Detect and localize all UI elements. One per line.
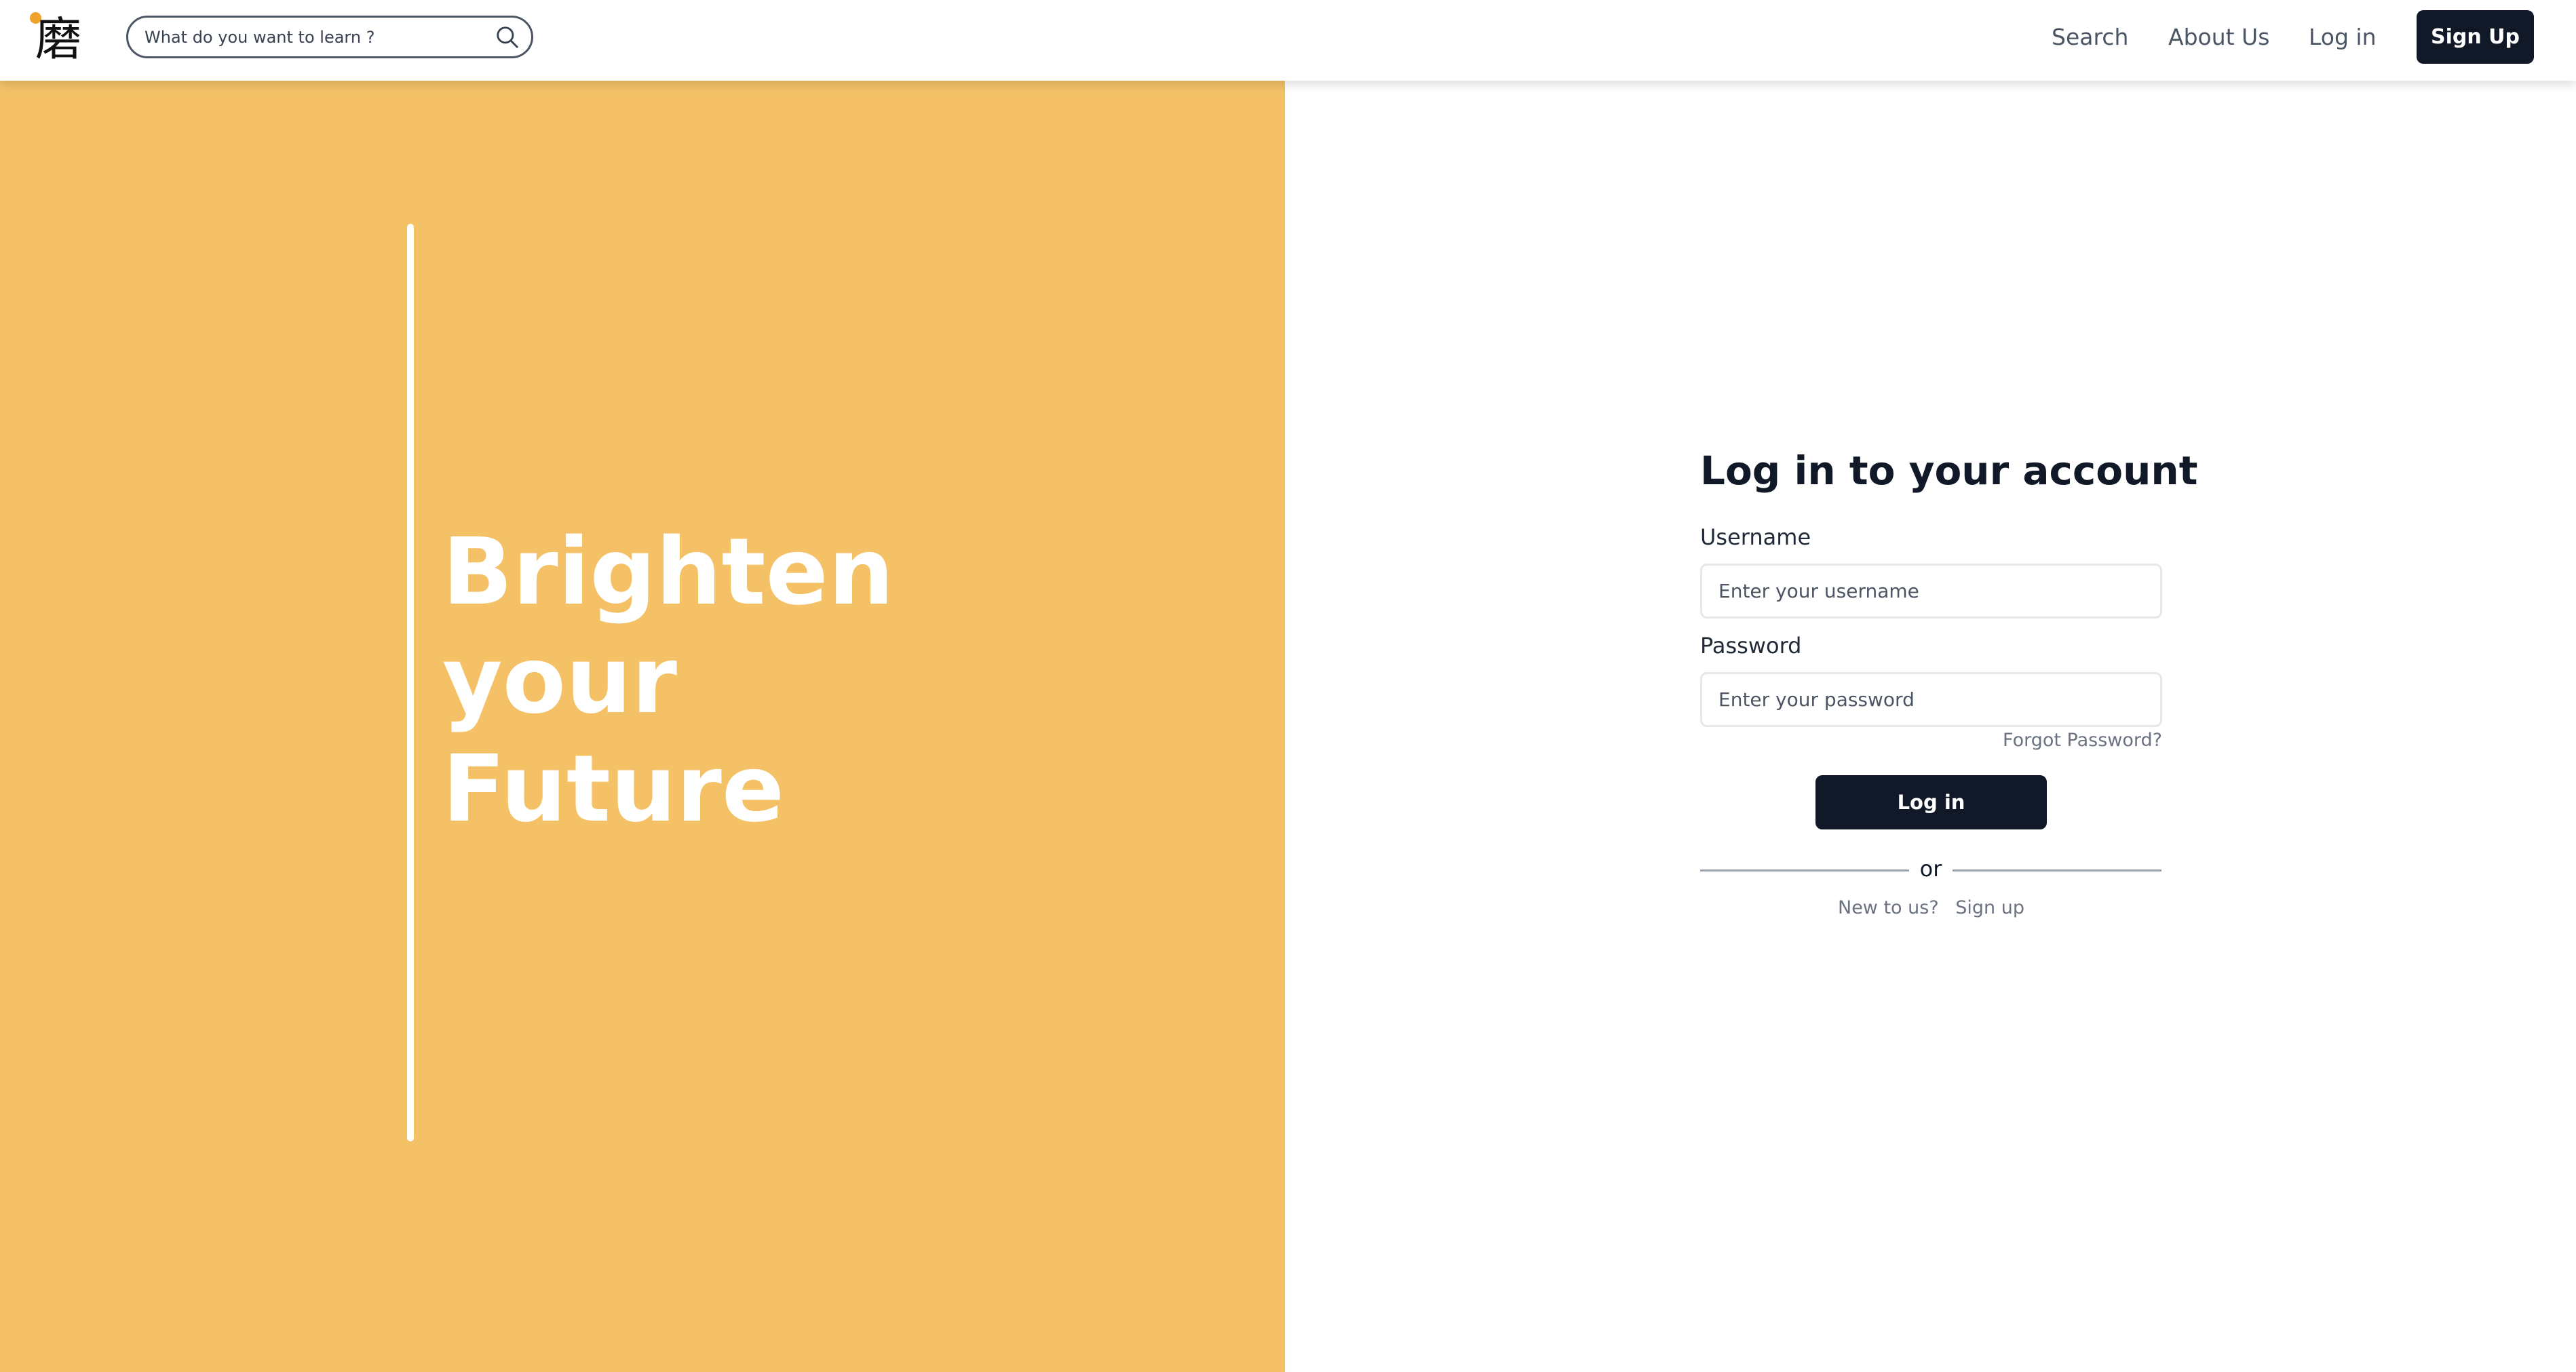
site-logo[interactable]: 磨 — [30, 9, 84, 71]
password-label: Password — [1700, 633, 1802, 659]
search-input[interactable] — [143, 18, 476, 56]
search-icon[interactable] — [495, 24, 520, 50]
signup-link[interactable]: Sign up — [1955, 897, 2024, 918]
hero-panel: Brighten your Future — [0, 81, 1285, 1372]
hero-line-2: your — [442, 627, 677, 734]
hero-headline: Brighten your Future — [442, 518, 985, 844]
logo-glyph: 磨 — [35, 13, 82, 66]
divider-line-right — [1953, 869, 2161, 871]
hero-line-3: Future — [442, 736, 785, 843]
search-bar — [126, 16, 533, 58]
hero-accent-bar — [407, 224, 414, 1141]
login-submit-button[interactable]: Log in — [1815, 775, 2047, 829]
nav-login-link[interactable]: Log in — [2309, 20, 2377, 54]
username-input[interactable] — [1702, 566, 2160, 616]
hero-line-1: Brighten — [442, 519, 894, 626]
divider-or-text: or — [1919, 856, 1942, 882]
password-field-wrapper — [1700, 672, 2162, 727]
forgot-password-link[interactable]: Forgot Password? — [1959, 726, 2162, 756]
nav-search-link[interactable]: Search — [2052, 20, 2128, 54]
nav-about-link[interactable]: About Us — [2168, 20, 2269, 54]
password-input[interactable] — [1702, 674, 2160, 725]
username-field-wrapper — [1700, 564, 2162, 619]
divider-line-left — [1700, 869, 1909, 871]
signup-button[interactable]: Sign Up — [2417, 10, 2534, 64]
new-user-text: New to us? — [1838, 897, 1939, 918]
login-title: Log in to your account — [1700, 448, 2198, 494]
signup-prompt: New to us? Sign up — [1700, 893, 2162, 923]
username-label: Username — [1700, 524, 1811, 550]
top-navbar: 磨 Search About Us Log in Sign Up — [0, 0, 2576, 81]
